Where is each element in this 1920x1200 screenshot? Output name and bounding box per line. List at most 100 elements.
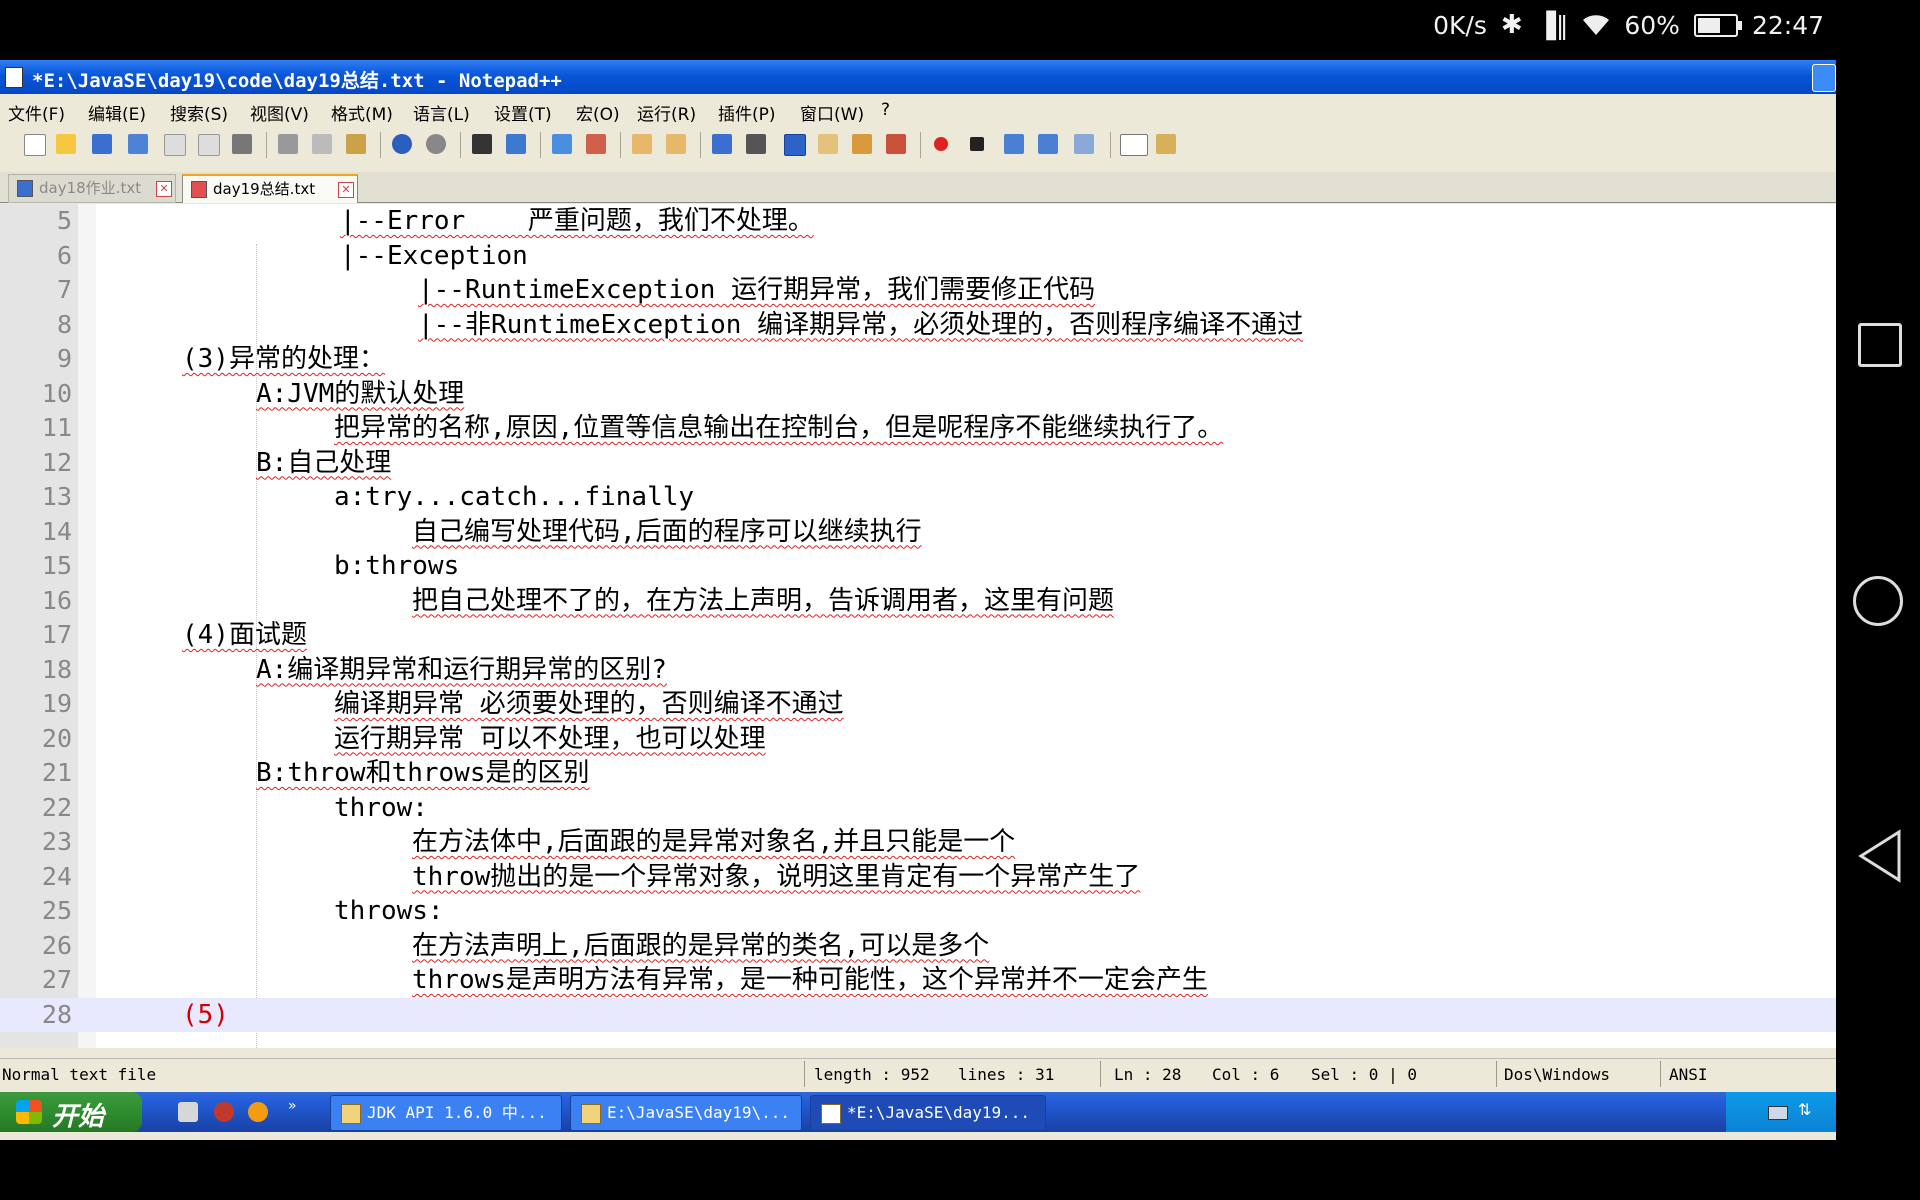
title-bar[interactable]: *E:\JavaSE\day19\code\day19总结.txt - Note… [0,60,1836,94]
line-number: 20 [41,723,72,753]
status-bar: Normal text file length : 952 lines : 31… [0,1058,1836,1089]
save-icon[interactable] [92,134,112,154]
window-control-button[interactable] [1812,64,1836,92]
keyboard-icon[interactable] [1768,1106,1788,1120]
text-editor[interactable]: 5 |--Error 严重问题，我们不处理。 6 |--Exception 7 |--… [0,204,1836,1048]
menu-settings[interactable]: 设置(T) [494,100,552,125]
close-icon[interactable] [164,134,186,156]
indent-guide-icon[interactable] [784,134,806,156]
line-text: throws是声明方法有异常，是一种可能性，这个异常并不一定会产生 [412,965,1208,995]
line-text: 把自己处理不了的，在方法上声明，告诉调用者，这里有问题 [412,585,1115,616]
toolbar-separator [700,132,701,158]
cut-icon[interactable] [278,134,298,154]
editor-line: 27 throws是声明方法有异常，是一种可能性，这个异常并不一定会产生 [0,963,1836,998]
replace-icon[interactable] [506,134,526,154]
line-text: 把异常的名称,原因,位置等信息输出在控制台，但是呢程序不能继续执行了。 [334,413,1224,443]
sync-vertical-icon[interactable] [632,134,652,154]
new-file-icon[interactable] [24,134,46,156]
toolbar-separator [540,132,541,158]
line-text: throw抛出的是一个异常对象，说明这里肯定有一个异常产生了 [412,861,1141,892]
toolbar-separator [920,132,921,158]
menu-format[interactable]: 格式(M) [331,100,393,125]
zoom-in-icon[interactable] [552,134,572,154]
menu-view[interactable]: 视图(V) [250,100,309,125]
close-tab-icon[interactable]: ✕ [156,181,172,197]
editor-line: 25 throws: [0,894,1836,929]
battery-fill [1697,17,1720,33]
editor-line: 5 |--Error 严重问题，我们不处理。 [0,204,1836,239]
zoom-out-icon[interactable] [586,134,606,154]
browser-icon[interactable] [248,1102,268,1122]
menu-window[interactable]: 窗口(W) [800,100,864,125]
copy-icon[interactable] [312,134,332,154]
plugin-icon[interactable] [1156,134,1176,154]
line-number: 19 [41,689,72,718]
menu-edit[interactable]: 编辑(E) [88,100,146,125]
task-explorer[interactable]: E:\JavaSE\day19\... [570,1095,802,1131]
back-button[interactable] [1855,828,1903,884]
play-macro-icon[interactable] [1004,134,1024,154]
line-number: 26 [41,930,72,960]
battery-percent: 60% [1624,10,1680,40]
toolbar [0,126,1836,162]
menu-search[interactable]: 搜索(S) [170,100,228,125]
home-button[interactable] [1853,576,1903,626]
editor-line: 13 a:try...catch...finally [0,480,1836,515]
line-number: 17 [41,620,72,649]
record-macro-icon[interactable] [934,137,948,151]
start-button[interactable]: 开始 [0,1092,142,1132]
line-text: 编译期异常 必须要处理的，否则编译不通过 [334,689,844,719]
tab-day18[interactable]: day18作业.txt ✕ [8,174,176,203]
run-macro-multiple-icon[interactable] [1038,134,1058,154]
status-separator [1660,1061,1661,1087]
redo-icon[interactable] [426,134,446,154]
menu-file[interactable]: 文件(F) [8,100,65,125]
notepad-icon [821,1103,841,1124]
line-text: |--非RuntimeException 编译期异常，必须处理的，否则程序编译不… [418,309,1304,340]
close-all-icon[interactable] [198,134,220,156]
more-chevron-icon[interactable]: » [288,1098,297,1114]
line-text: throw: [334,792,428,823]
cursor-col: Col : 6 [1212,1065,1280,1084]
print-icon[interactable] [232,134,252,154]
task-jdk-api[interactable]: JDK API 1.6.0 中... [330,1095,562,1131]
help-doc-icon [341,1103,361,1124]
tab-bar: day18作业.txt ✕ day19总结.txt ✕ [0,172,1836,203]
quicklaunch-app-icon[interactable] [214,1102,234,1122]
find-icon[interactable] [472,134,492,154]
line-text: 在方法体中,后面跟的是异常对象名,并且只能是一个 [412,827,1016,857]
word-wrap-icon[interactable] [712,134,732,154]
open-file-icon[interactable] [56,134,76,154]
line-number: 14 [41,516,72,546]
menu-language[interactable]: 语言(L) [413,100,470,125]
status-icons: 0K/s ✱ ▐‖ 60% 22:47 [1433,10,1824,40]
close-tab-icon[interactable]: ✕ [338,182,354,198]
doc-map-icon[interactable] [852,134,872,154]
tray-arrows-icon[interactable]: ⇅ [1798,1100,1811,1119]
task-notepadpp[interactable]: *E:\JavaSE\day19... [810,1095,1046,1131]
sync-horizontal-icon[interactable] [666,134,686,154]
menu-plugins[interactable]: 插件(P) [718,100,776,125]
system-tray: ⇅ [1726,1092,1836,1132]
status-separator [804,1061,805,1087]
save-all-icon[interactable] [128,134,148,154]
line-number: 16 [41,585,72,615]
spellcheck-icon[interactable] [1120,134,1148,156]
save-macro-icon[interactable] [1074,134,1094,154]
line-number: 11 [41,413,72,442]
language-icon[interactable] [818,134,838,154]
show-desktop-icon[interactable] [178,1102,198,1122]
task-label: *E:\JavaSE\day19... [847,1103,1031,1122]
menu-help[interactable]: ? [881,100,890,120]
undo-icon[interactable] [392,134,412,154]
task-label: E:\JavaSE\day19\... [607,1103,791,1122]
menu-macro[interactable]: 宏(O) [576,100,620,125]
stop-macro-icon[interactable] [970,137,984,151]
show-all-chars-icon[interactable] [746,134,766,154]
paste-icon[interactable] [346,134,366,154]
tab-day19[interactable]: day19总结.txt ✕ [182,174,358,203]
menu-run[interactable]: 运行(R) [637,100,696,125]
line-text: 自己编写处理代码,后面的程序可以继续执行 [412,516,922,547]
recents-button[interactable] [1858,323,1902,367]
function-list-icon[interactable] [886,134,906,154]
